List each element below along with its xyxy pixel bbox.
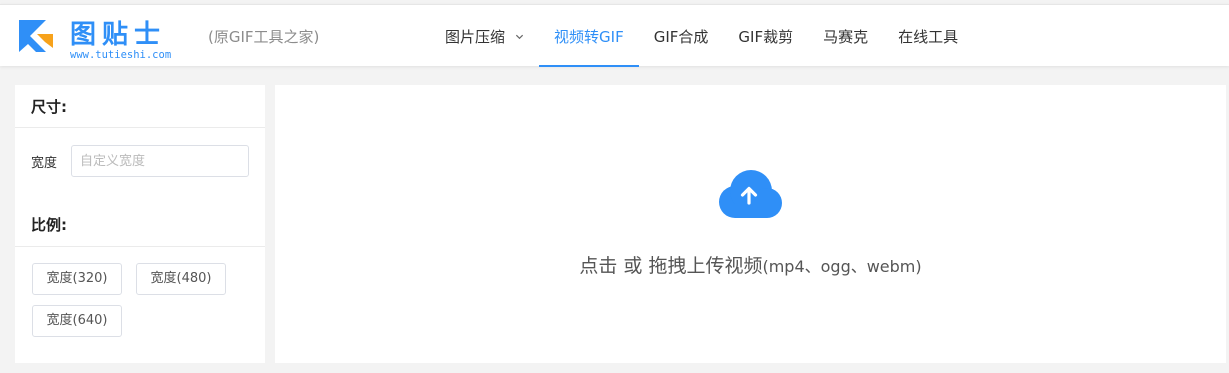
upload-main-text: 点击 或 拖拽上传视频: [579, 255, 763, 277]
size-section-title: 尺寸:: [31, 98, 67, 116]
nav-item-label: GIF合成: [653, 27, 709, 46]
chevron-down-icon: [515, 34, 524, 39]
nav-item-label: 马赛克: [823, 27, 869, 46]
section-divider: [15, 127, 265, 128]
width-480-button[interactable]: 宽度(480): [136, 263, 226, 295]
nav-item-gif-crop[interactable]: GIF裁剪: [723, 5, 808, 67]
width-640-button[interactable]: 宽度(640): [32, 305, 122, 337]
width-label: 宽度: [31, 156, 58, 171]
cloud-upload-icon: [719, 170, 782, 218]
upload-instructions: 点击 或 拖拽上传视频(mp4、ogg、webm): [275, 251, 1226, 278]
site-tagline: (原GIF工具之家): [208, 28, 320, 46]
site-logo[interactable]: 图贴士 www.tutieshi.com: [16, 13, 191, 61]
upload-formats-text: (mp4、ogg、webm): [762, 257, 922, 276]
nav-item-label: GIF裁剪: [738, 27, 794, 46]
main-nav: 图片压缩 视频转GIF GIF合成 GIF裁剪 马赛克 在线工具: [430, 5, 973, 67]
nav-item-video-to-gif[interactable]: 视频转GIF: [539, 5, 639, 67]
nav-item-image-compress[interactable]: 图片压缩: [430, 5, 539, 67]
nav-item-mosaic[interactable]: 马赛克: [808, 5, 883, 67]
top-header: 图贴士 www.tutieshi.com (原GIF工具之家) 图片压缩 视频转…: [0, 4, 1229, 67]
nav-item-label: 在线工具: [898, 27, 959, 46]
custom-width-input[interactable]: [71, 145, 249, 177]
settings-sidebar: 尺寸: 宽度 比例: 宽度(320) 宽度(480) 宽度(640): [15, 85, 265, 363]
section-divider: [15, 246, 265, 247]
nav-item-gif-compose[interactable]: GIF合成: [639, 5, 724, 67]
ratio-section-title: 比例:: [31, 216, 67, 234]
nav-item-online-tools[interactable]: 在线工具: [883, 5, 973, 67]
nav-item-label: 视频转GIF: [554, 27, 624, 46]
logo-url: www.tutieshi.com: [70, 49, 172, 61]
logo-mark-icon: [19, 20, 53, 52]
logo-name: 图贴士: [70, 20, 167, 50]
width-320-button[interactable]: 宽度(320): [32, 263, 122, 295]
video-upload-dropzone[interactable]: 点击 或 拖拽上传视频(mp4、ogg、webm): [275, 85, 1226, 363]
nav-item-label: 图片压缩: [445, 27, 506, 46]
